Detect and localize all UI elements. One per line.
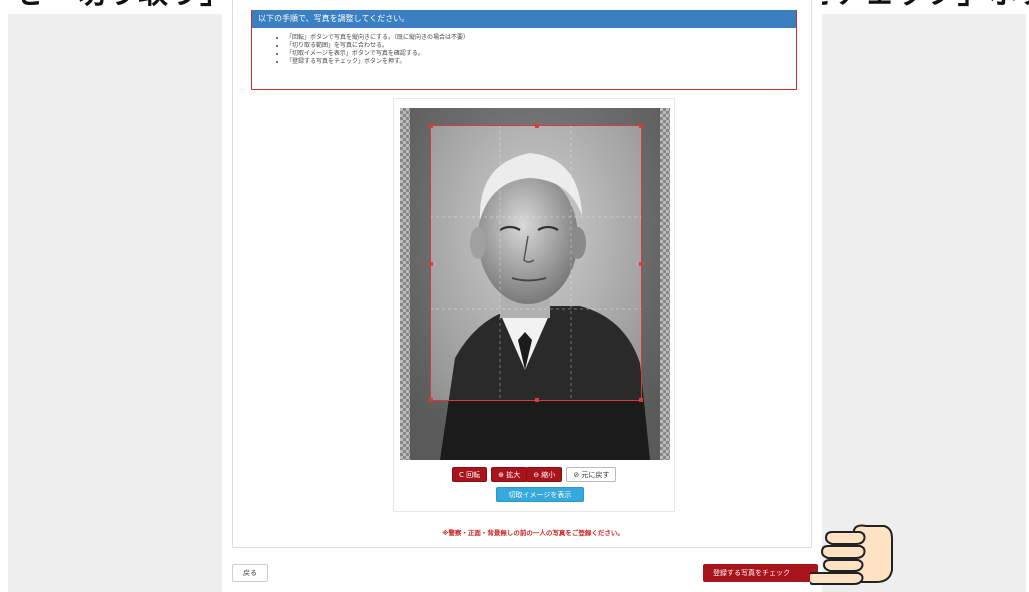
zoom-out-button[interactable]: ⊖ 縮小 bbox=[526, 467, 563, 482]
instructions-title: 以下の手順で、写真を調整してください。 bbox=[252, 10, 796, 28]
crop-handle[interactable] bbox=[429, 398, 433, 402]
photo-canvas[interactable] bbox=[400, 108, 670, 460]
content-panel: 以下の手順で、写真を調整してください。 「回転」ボタンで写真を縦向きにする。（既… bbox=[232, 0, 812, 548]
crop-handle[interactable] bbox=[429, 262, 433, 266]
instruction-item: 「切取イメージを表示」ボタンで写真を確認する。 bbox=[286, 50, 796, 58]
crop-handle[interactable] bbox=[535, 124, 539, 128]
preview-crop-button[interactable]: 切取イメージを表示 bbox=[496, 487, 584, 502]
instruction-item: 「切り取る範囲」を写真に合わせる。 bbox=[286, 42, 796, 50]
check-photo-button[interactable]: 登録する写真をチェック bbox=[703, 564, 818, 582]
back-button[interactable]: 戻る bbox=[232, 564, 268, 582]
right-background-panel bbox=[822, 14, 1026, 592]
photo-notice: ※警察・正面・背景無しの前の一人の写真をご登録ください。 bbox=[442, 529, 624, 537]
instruction-item: 「登録する写真をチェック」ボタンを押す。 bbox=[286, 58, 796, 66]
instruction-item: 「回転」ボタンで写真を縦向きにする。（既に縦向きの場合は不要） bbox=[286, 34, 796, 42]
crop-handle[interactable] bbox=[639, 124, 643, 128]
canvas-left-edge bbox=[400, 108, 410, 460]
crop-frame[interactable] bbox=[429, 124, 643, 402]
crop-handle[interactable] bbox=[429, 124, 433, 128]
crop-handle[interactable] bbox=[639, 398, 643, 402]
instructions-box: 以下の手順で、写真を調整してください。 「回転」ボタンで写真を縦向きにする。（既… bbox=[251, 10, 797, 90]
left-background-panel bbox=[8, 14, 222, 592]
rotate-button[interactable]: C 回転 bbox=[452, 467, 488, 482]
zoom-in-button[interactable]: ⊕ 拡大 bbox=[491, 467, 528, 482]
crop-handle[interactable] bbox=[639, 262, 643, 266]
photo-editor-card: C 回転 ⊕ 拡大 ⊖ 縮小 ⊘ 元に戻す 切取イメージを表示 bbox=[393, 98, 675, 512]
reset-button[interactable]: ⊘ 元に戻す bbox=[566, 467, 617, 482]
photo-toolbar: C 回転 ⊕ 拡大 ⊖ 縮小 ⊘ 元に戻す bbox=[452, 467, 617, 482]
instructions-list: 「回転」ボタンで写真を縦向きにする。（既に縦向きの場合は不要） 「切り取る範囲」… bbox=[252, 28, 796, 66]
canvas-right-edge bbox=[660, 108, 670, 460]
pointing-hand-icon bbox=[810, 524, 893, 585]
crop-handle[interactable] bbox=[535, 398, 539, 402]
main-column: 以下の手順で、写真を調整してください。 「回転」ボタンで写真を縦向きにする。（既… bbox=[222, 0, 822, 592]
